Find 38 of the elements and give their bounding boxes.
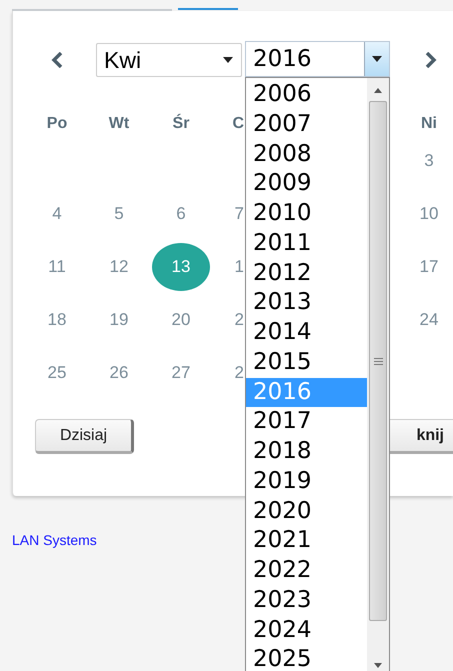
year-option[interactable]: 2009: [246, 169, 367, 199]
year-option[interactable]: 2012: [246, 258, 367, 288]
year-option[interactable]: 2018: [246, 437, 367, 467]
previous-month-icon[interactable]: [51, 52, 63, 68]
scrollbar[interactable]: [367, 78, 389, 671]
weekday-label: Wt: [108, 115, 130, 133]
next-month-icon[interactable]: [425, 52, 437, 68]
scroll-down-icon[interactable]: [374, 663, 382, 668]
year-option[interactable]: 2014: [246, 318, 367, 348]
year-option[interactable]: 2021: [246, 526, 367, 556]
year-option[interactable]: 2011: [246, 228, 367, 258]
year-option[interactable]: 2010: [246, 199, 367, 229]
year-option[interactable]: 2022: [246, 556, 367, 586]
year-option[interactable]: 2015: [246, 348, 367, 378]
year-option[interactable]: 2007: [246, 110, 367, 140]
today-button[interactable]: Dzisiaj: [35, 419, 134, 454]
caret-icon: [372, 56, 382, 62]
year-option[interactable]: 2023: [246, 586, 367, 616]
year-option[interactable]: 2006: [246, 80, 367, 110]
weekday-label: Śr: [172, 115, 190, 133]
year-option[interactable]: 2019: [246, 466, 367, 496]
grip-icon: [374, 358, 382, 364]
year-option[interactable]: 2017: [246, 407, 367, 437]
year-option[interactable]: 2020: [246, 496, 367, 526]
year-option[interactable]: 2008: [246, 140, 367, 170]
caret-icon: [223, 57, 233, 63]
scroll-thumb[interactable]: [369, 101, 387, 621]
year-option[interactable]: 2025: [246, 645, 367, 671]
dropdown-button[interactable]: [364, 42, 389, 76]
weekday-label: Po: [46, 115, 68, 133]
company-link[interactable]: LAN Systems: [12, 532, 97, 548]
year-option[interactable]: 2024: [246, 616, 367, 646]
year-select[interactable]: 2016: [245, 41, 390, 77]
weekday-label: C: [232, 115, 244, 133]
weekday-label: Ni: [421, 115, 437, 133]
year-option[interactable]: 2013: [246, 288, 367, 318]
scroll-up-icon[interactable]: [374, 88, 382, 93]
month-select[interactable]: Kwi: [96, 43, 242, 77]
